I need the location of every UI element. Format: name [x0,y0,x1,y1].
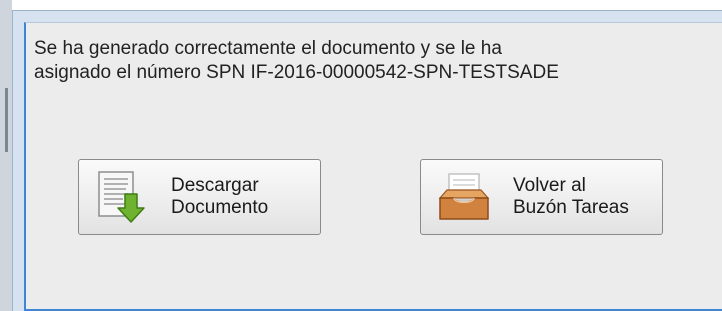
message-line-2: asignado el número SPN IF-2016-00000542-… [34,62,559,83]
inbox-label-line-2: Buzón Tareas [513,197,629,218]
document-download-icon [98,171,145,223]
download-label-line-2: Documento [171,197,269,218]
confirmation-dialog: Se ha generado correctamente el document… [24,22,722,311]
download-button-label: Descargar Documento [171,175,268,219]
screen: Se ha generado correctamente el document… [0,0,722,311]
inbox-button-label: Volver al Buzón Tareas [513,175,629,219]
scrollbar-mark [5,88,8,152]
background-window-edge [0,0,12,311]
inbox-label-line-1: Volver al [513,175,586,196]
return-to-inbox-button[interactable]: Volver al Buzón Tareas [420,159,663,235]
confirmation-message: Se ha generado correctamente el document… [34,37,716,85]
download-document-button[interactable]: Descargar Documento [78,159,321,235]
message-line-1: Se ha generado correctamente el document… [34,38,502,59]
inbox-tray-icon [438,173,490,220]
download-label-line-1: Descargar [171,175,259,196]
